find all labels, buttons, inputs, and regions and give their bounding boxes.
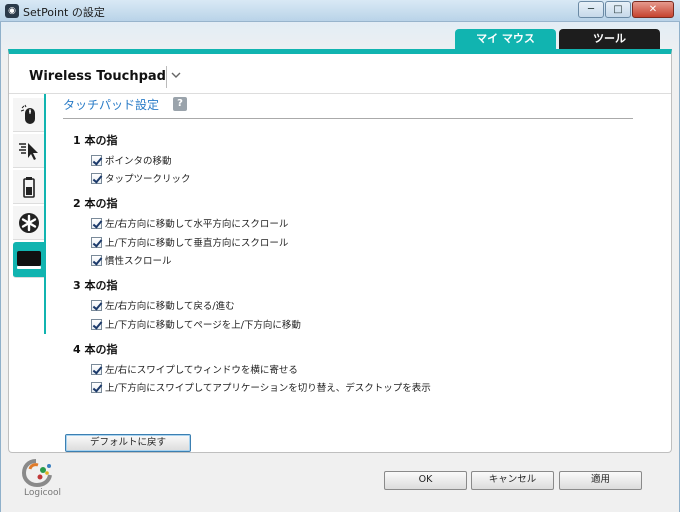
minimize-button[interactable]: ─ <box>578 1 604 18</box>
checkbox[interactable] <box>91 236 102 248</box>
option-horizontal-scroll[interactable]: 左/右方向に移動して水平方向にスクロール <box>91 216 288 230</box>
checkbox[interactable] <box>91 381 102 393</box>
window-title: SetPoint の設定 <box>23 6 105 19</box>
option-switch-apps[interactable]: 上/下方向にスワイプしてアプリケーションを切り替え、デスクトップを表示 <box>91 380 431 394</box>
option-snap-window[interactable]: 左/右にスワイプしてウィンドウを横に寄せる <box>91 362 298 376</box>
checkbox[interactable] <box>91 154 102 166</box>
option-label: 上/下方向に移動してページを上/下方向に移動 <box>105 320 301 331</box>
checkbox[interactable] <box>91 254 102 266</box>
cancel-button[interactable]: キャンセル <box>471 471 554 490</box>
sidebar-item-options[interactable] <box>13 206 44 240</box>
option-pointer-move[interactable]: ポインタの移動 <box>91 153 172 167</box>
option-label: 慣性スクロール <box>105 256 172 267</box>
close-button[interactable]: ✕ <box>632 1 674 18</box>
option-vertical-scroll[interactable]: 上/下方向に移動して垂直方向にスクロール <box>91 235 288 249</box>
device-name: Wireless Touchpad <box>29 69 166 84</box>
option-label: 上/下方向に移動して垂直方向にスクロール <box>105 238 289 249</box>
device-dropdown-chevron-icon[interactable] <box>169 69 183 83</box>
pointer-icon <box>18 142 38 160</box>
option-label: タップツークリック <box>105 174 191 185</box>
option-label: 左/右方向に移動して戻る/進む <box>105 301 235 312</box>
help-icon[interactable]: ? <box>173 97 187 111</box>
group-heading-1-finger: 1 本の指 <box>73 134 118 147</box>
option-label: 左/右方向に移動して水平方向にスクロール <box>105 219 289 230</box>
sidebar-item-touchpad[interactable] <box>13 242 44 278</box>
ok-button[interactable]: OK <box>384 471 467 490</box>
group-heading-2-finger: 2 本の指 <box>73 197 118 210</box>
option-label: ポインタの移動 <box>105 156 172 167</box>
title-bar: ◉ SetPoint の設定 ─ □ ✕ <box>0 0 680 22</box>
tab-my-mouse[interactable]: マイ マウス <box>455 29 556 49</box>
apply-button[interactable]: 適用 <box>559 471 642 490</box>
device-separator <box>166 66 167 88</box>
asterisk-icon <box>18 212 39 233</box>
option-back-forward[interactable]: 左/右方向に移動して戻る/進む <box>91 298 235 312</box>
sidebar-item-pointer[interactable] <box>13 134 44 168</box>
option-page-up-down[interactable]: 上/下方向に移動してページを上/下方向に移動 <box>91 317 301 331</box>
checkbox[interactable] <box>91 172 102 184</box>
option-label: 左/右にスワイプしてウィンドウを横に寄せる <box>105 365 298 376</box>
setpoint-app-icon: ◉ <box>5 4 19 18</box>
group-heading-4-finger: 4 本の指 <box>73 343 118 356</box>
sidebar <box>9 94 45 334</box>
sidebar-item-battery[interactable] <box>13 170 44 204</box>
checkbox[interactable] <box>91 318 102 330</box>
option-inertial-scroll[interactable]: 慣性スクロール <box>91 253 172 267</box>
checkbox[interactable] <box>91 217 102 229</box>
tab-tools[interactable]: ツール <box>559 29 660 49</box>
sidebar-active-strip <box>44 94 46 334</box>
mouse-icon <box>20 104 35 124</box>
battery-icon <box>22 176 35 198</box>
window-controls: ─ □ ✕ <box>577 1 674 18</box>
checkbox[interactable] <box>91 299 102 311</box>
header-divider <box>9 93 671 94</box>
option-tap-to-click[interactable]: タップツークリック <box>91 171 191 185</box>
settings-panel: Wireless Touchpad タッチパッド設定 ? 1 本の指 ポインタの… <box>8 49 672 453</box>
sidebar-item-mouse[interactable] <box>13 98 44 132</box>
logicool-logo-icon <box>21 459 52 488</box>
maximize-button[interactable]: □ <box>605 1 631 18</box>
brand-name: Logicool <box>24 488 62 498</box>
section-title: タッチパッド設定 <box>63 98 160 112</box>
restore-defaults-button[interactable]: デフォルトに戻す <box>65 434 191 452</box>
group-heading-3-finger: 3 本の指 <box>73 279 118 292</box>
checkbox[interactable] <box>91 363 102 375</box>
touchpad-icon <box>16 250 41 269</box>
option-label: 上/下方向にスワイプしてアプリケーションを切り替え、デスクトップを表示 <box>105 383 431 394</box>
content-divider <box>63 118 633 119</box>
